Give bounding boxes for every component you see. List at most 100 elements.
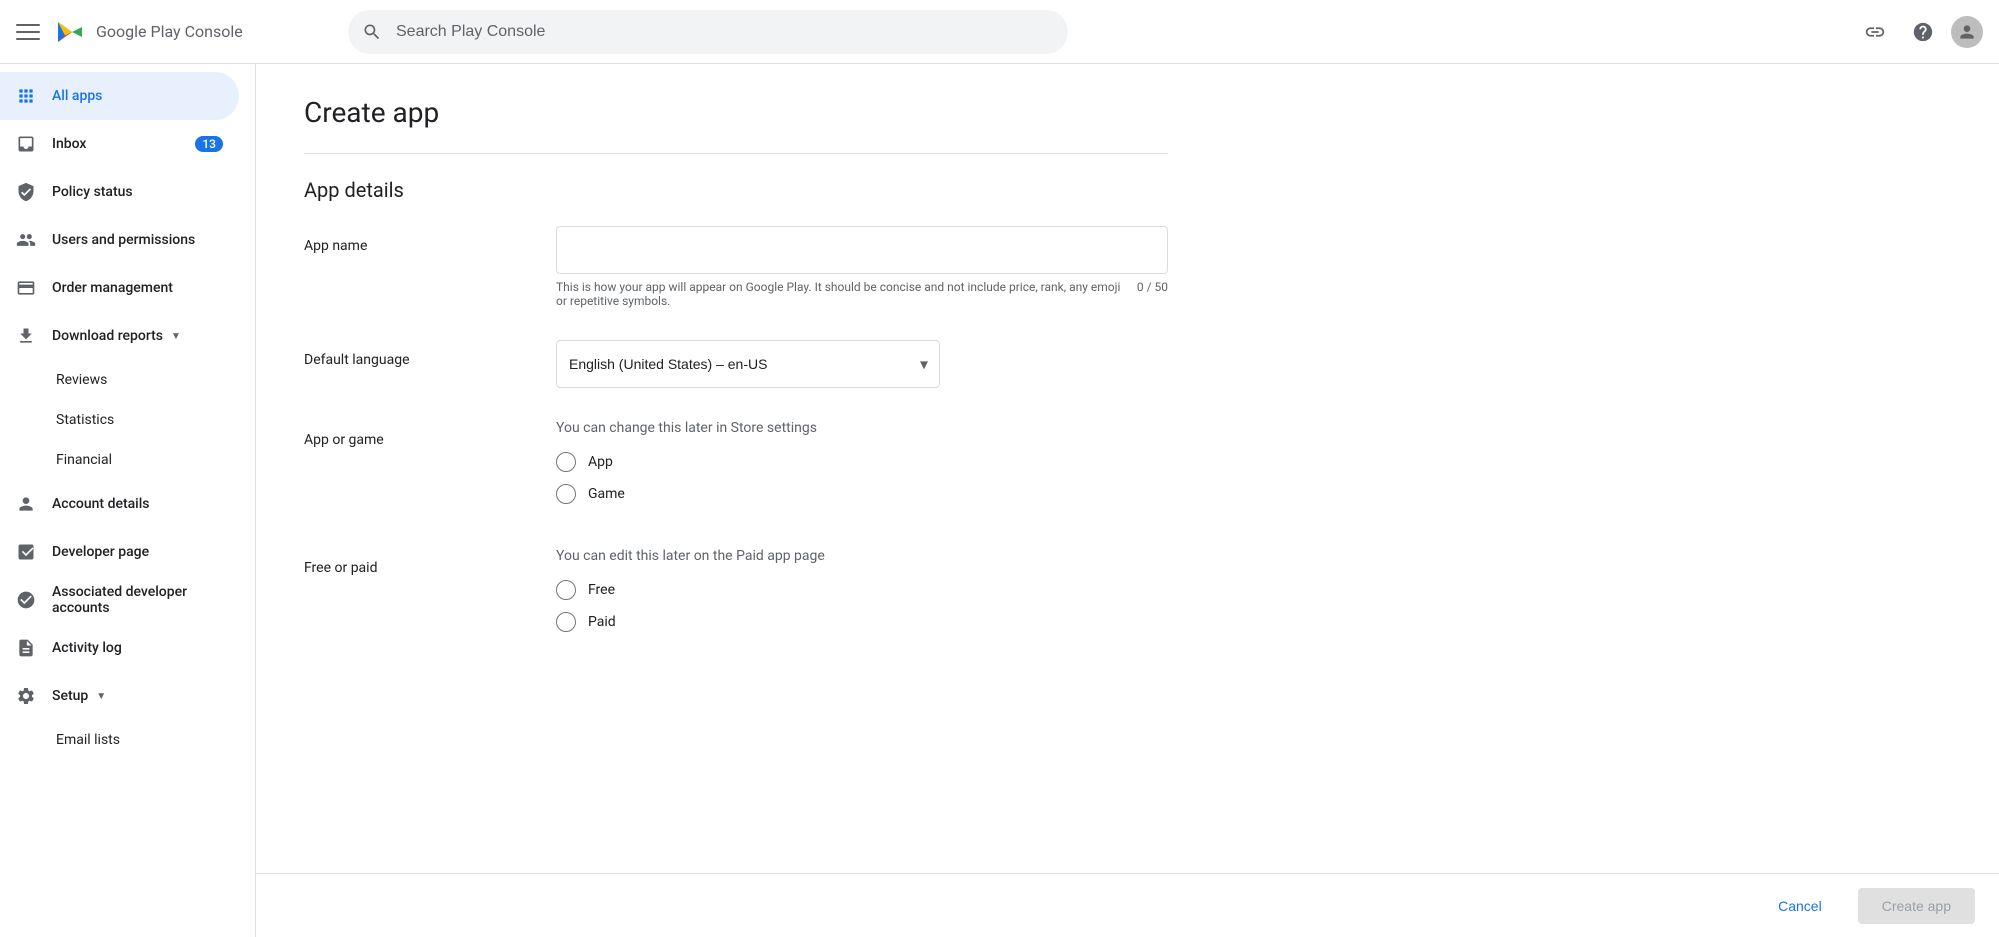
main-inner: Create app App details App name This is … [256, 64, 1216, 708]
free-radio-label: Free [588, 582, 615, 598]
search-icon [362, 22, 382, 42]
game-radio-option[interactable]: Game [556, 484, 1168, 504]
activity-log-label: Activity log [52, 640, 122, 656]
sidebar-subitem-reviews[interactable]: Reviews [0, 360, 255, 400]
download-reports-label: Download reports [52, 328, 163, 344]
setup-icon [16, 686, 36, 706]
order-management-label: Order management [52, 280, 173, 296]
inbox-badge: 13 [195, 136, 223, 152]
policy-icon [16, 182, 36, 202]
associated-icon [16, 590, 36, 610]
sidebar-item-download-reports[interactable]: Download reports ▼ [0, 312, 239, 360]
main-layout: All apps Inbox 13 Policy status [0, 64, 1999, 937]
logo-area: Google Play Console [52, 14, 243, 50]
app-name-hint-row: This is how your app will appear on Goog… [556, 280, 1168, 308]
email-lists-label: Email lists [56, 732, 120, 748]
free-radio-option[interactable]: Free [556, 580, 1168, 600]
account-details-label: Account details [52, 496, 150, 512]
help-icon-button[interactable] [1903, 12, 1943, 52]
logo-text: Google Play Console [96, 22, 243, 41]
app-name-hint-text: This is how your app will appear on Goog… [556, 280, 1129, 308]
hamburger-menu-button[interactable] [16, 20, 40, 44]
app-name-input[interactable] [556, 226, 1168, 274]
sidebar-item-setup[interactable]: Setup ▼ [0, 672, 239, 720]
inbox-icon [16, 134, 36, 154]
default-language-label: Default language [304, 340, 524, 368]
free-or-paid-control: You can edit this later on the Paid app … [556, 548, 1168, 644]
sidebar-item-account-details[interactable]: Account details [0, 480, 239, 528]
paid-radio-input[interactable] [556, 612, 576, 632]
free-or-paid-hint: You can edit this later on the Paid app … [556, 548, 1168, 564]
all-apps-icon [16, 86, 36, 106]
sidebar-item-users-permissions[interactable]: Users and permissions [0, 216, 239, 264]
account-icon [16, 494, 36, 514]
financial-label: Financial [56, 452, 112, 468]
default-language-row: Default language English (United States)… [304, 340, 1168, 388]
reviews-label: Reviews [56, 372, 107, 388]
developer-page-label: Developer page [52, 544, 149, 560]
free-radio-input[interactable] [556, 580, 576, 600]
download-reports-expand-icon: ▼ [171, 331, 181, 342]
create-app-button[interactable]: Create app [1858, 888, 1975, 924]
app-or-game-row: App or game You can change this later in… [304, 420, 1168, 516]
paid-radio-option[interactable]: Paid [556, 612, 1168, 632]
free-or-paid-row: Free or paid You can edit this later on … [304, 548, 1168, 644]
app-name-label: App name [304, 226, 524, 254]
sidebar-item-inbox[interactable]: Inbox 13 [0, 120, 239, 168]
language-select-wrap: English (United States) – en-US English … [556, 340, 940, 388]
order-icon [16, 278, 36, 298]
topbar-right [1855, 12, 1983, 52]
users-permissions-label: Users and permissions [52, 232, 195, 248]
inbox-label: Inbox [52, 136, 86, 152]
sidebar-item-activity-log[interactable]: Activity log [0, 624, 239, 672]
game-radio-input[interactable] [556, 484, 576, 504]
statistics-label: Statistics [56, 412, 114, 428]
activity-log-icon [16, 638, 36, 658]
default-language-control: English (United States) – en-US English … [556, 340, 1168, 388]
download-icon [16, 326, 36, 346]
sidebar-item-order-management[interactable]: Order management [0, 264, 239, 312]
free-or-paid-label: Free or paid [304, 548, 524, 576]
app-radio-option[interactable]: App [556, 452, 1168, 472]
logo-google-text: Google Play Console [96, 22, 243, 41]
associated-accounts-label: Associated developer accounts [52, 584, 223, 616]
page-title: Create app [304, 96, 1168, 129]
app-radio-input[interactable] [556, 452, 576, 472]
link-icon-button[interactable] [1855, 12, 1895, 52]
bottom-bar: Cancel Create app [256, 873, 1999, 937]
setup-label: Setup [52, 688, 88, 704]
policy-status-label: Policy status [52, 184, 133, 200]
paid-radio-label: Paid [588, 614, 616, 630]
sidebar-item-policy-status[interactable]: Policy status [0, 168, 239, 216]
sidebar-subitem-email-lists[interactable]: Email lists [0, 720, 255, 760]
language-select[interactable]: English (United States) – en-US English … [556, 340, 940, 388]
app-name-char-count: 0 / 50 [1137, 280, 1168, 308]
sidebar-subitem-statistics[interactable]: Statistics [0, 400, 255, 440]
sidebar-item-all-apps[interactable]: All apps [0, 72, 239, 120]
game-radio-label: Game [588, 486, 625, 502]
divider [304, 153, 1168, 154]
developer-icon [16, 542, 36, 562]
all-apps-label: All apps [52, 88, 102, 104]
sidebar-item-associated-accounts[interactable]: Associated developer accounts [0, 576, 239, 624]
cancel-button[interactable]: Cancel [1754, 888, 1846, 924]
search-bar [348, 10, 1068, 54]
sidebar-item-developer-page[interactable]: Developer page [0, 528, 239, 576]
topbar: Google Play Console [0, 0, 1999, 64]
app-name-control: This is how your app will appear on Goog… [556, 226, 1168, 308]
setup-expand-icon: ▼ [96, 691, 106, 702]
users-icon [16, 230, 36, 250]
app-name-row: App name This is how your app will appea… [304, 226, 1168, 308]
app-or-game-label: App or game [304, 420, 524, 448]
search-input[interactable] [348, 10, 1068, 54]
section-title: App details [304, 178, 1168, 202]
topbar-left: Google Play Console [16, 14, 336, 50]
avatar[interactable] [1951, 16, 1983, 48]
app-or-game-hint: You can change this later in Store setti… [556, 420, 1168, 436]
sidebar-subitem-financial[interactable]: Financial [0, 440, 255, 480]
main-content: Create app App details App name This is … [256, 64, 1999, 873]
app-or-game-control: You can change this later in Store setti… [556, 420, 1168, 516]
app-radio-label: App [588, 454, 613, 470]
sidebar: All apps Inbox 13 Policy status [0, 64, 256, 937]
play-console-logo-icon [52, 14, 88, 50]
